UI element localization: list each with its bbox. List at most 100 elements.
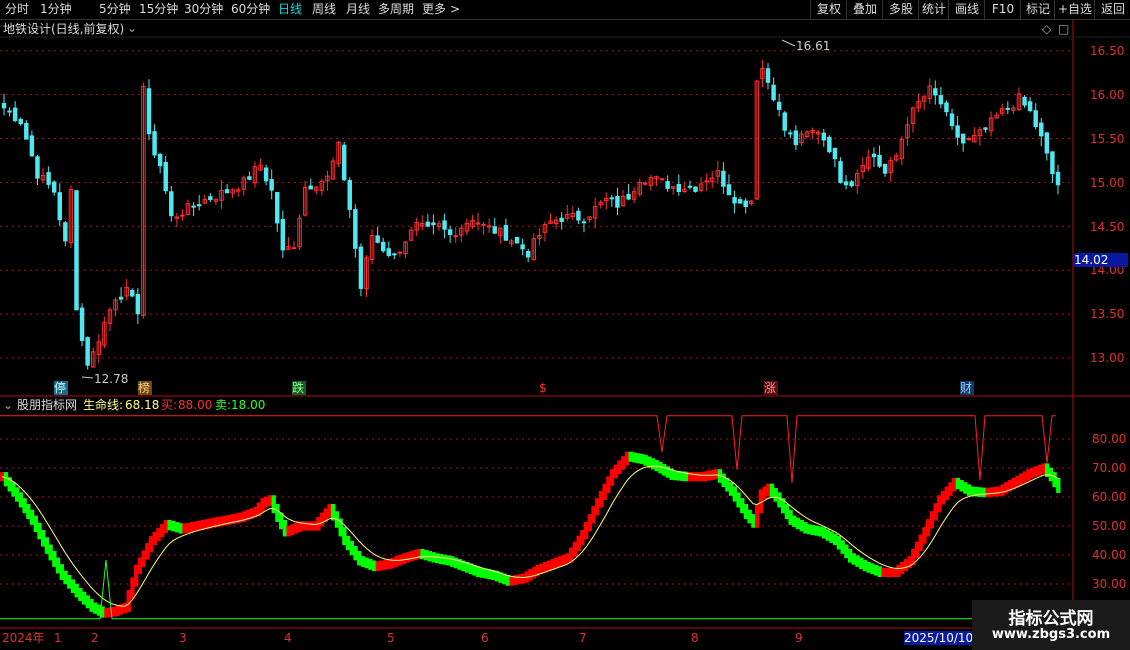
- indicator-tick: 60.00: [1092, 490, 1127, 504]
- candle-body: [871, 153, 877, 158]
- price-tick: 13.50: [1090, 307, 1125, 321]
- indicator-bar: [580, 530, 585, 546]
- indicator-bar: [446, 555, 451, 566]
- time-axis-label: 4: [284, 631, 292, 645]
- indicator-bar: [948, 482, 953, 496]
- indicator-bar: [174, 522, 180, 533]
- buy-line: [0, 415, 1056, 484]
- candle-body: [146, 88, 152, 135]
- indicator-bar: [572, 541, 578, 557]
- time-axis-label: 2: [91, 631, 99, 645]
- indicator-bar: [621, 456, 626, 470]
- indicator-bar: [271, 495, 276, 514]
- candle-body: [933, 88, 938, 96]
- indicator-bar: [743, 503, 749, 520]
- indicator-bar: [673, 470, 678, 481]
- diamond-icon[interactable]: ◇: [1042, 22, 1051, 36]
- candle-body: [431, 222, 436, 226]
- indicator-bar: [847, 548, 853, 563]
- candle-body: [581, 221, 587, 224]
- candle-body: [118, 296, 124, 300]
- candle-body: [353, 209, 358, 249]
- candle-body: [375, 235, 380, 243]
- indicator-bar: [933, 503, 938, 521]
- indicator-bar: [617, 460, 622, 475]
- indicator-bar: [74, 583, 79, 598]
- indicator-bar: [833, 533, 838, 546]
- indicator-bar: [561, 554, 566, 566]
- candle-body: [832, 147, 838, 160]
- price-tick: 15.50: [1090, 132, 1125, 146]
- indicator-bar: [1015, 475, 1020, 488]
- price-tick: 14.50: [1090, 220, 1125, 234]
- candle-body: [1055, 171, 1061, 186]
- candle-body: [74, 190, 79, 311]
- indicator-bar: [264, 496, 269, 508]
- indicator-bar: [966, 484, 972, 496]
- time-axis-label: 8: [691, 631, 699, 645]
- indicator-bar: [193, 521, 198, 532]
- indicator-bar: [981, 487, 987, 498]
- candle-body: [247, 176, 252, 180]
- indicator-bar: [650, 458, 656, 470]
- indicator-bar: [702, 471, 708, 482]
- indicator-bar: [955, 477, 961, 490]
- indicator-bar: [866, 561, 871, 573]
- indicator-bar: [751, 514, 756, 528]
- indicator-bar: [654, 460, 659, 472]
- candle-body: [7, 110, 12, 113]
- event-marker-dollar[interactable]: $: [539, 381, 547, 395]
- dropdown-circle-icon[interactable]: ⌄: [127, 21, 137, 35]
- indicator-bar: [859, 557, 864, 570]
- event-marker-rank[interactable]: 榜: [138, 381, 152, 395]
- indicator-bar: [877, 566, 882, 578]
- candle-body: [1039, 122, 1044, 137]
- candle-body: [24, 122, 29, 140]
- candle-body: [358, 246, 364, 289]
- buy-value: 88.00: [178, 398, 213, 412]
- candle-body: [732, 197, 737, 204]
- candle-body: [475, 222, 481, 225]
- candle-body: [877, 154, 882, 167]
- indicator-bar: [476, 566, 481, 578]
- candle-body: [960, 133, 966, 144]
- indicator-bar: [903, 559, 909, 572]
- indicator-bar: [163, 519, 169, 534]
- candle-body: [559, 217, 564, 222]
- event-marker-halt[interactable]: 停: [54, 381, 68, 395]
- indicator-bar: [557, 556, 563, 567]
- indicator-bar: [197, 520, 202, 531]
- event-marker-rise[interactable]: 涨: [764, 381, 778, 395]
- indicator-bar: [286, 525, 291, 537]
- indicator-bar: [368, 559, 373, 570]
- indicator-bar: [978, 487, 983, 497]
- event-marker-finance[interactable]: 财: [960, 381, 974, 395]
- candle-body: [693, 186, 698, 192]
- indicator-bar: [78, 588, 83, 601]
- indicator-bar: [483, 568, 488, 579]
- candle-body: [882, 163, 888, 174]
- price-tick: 15.00: [1090, 176, 1125, 190]
- indicator-bar: [1000, 484, 1005, 496]
- indicator-bar: [137, 557, 143, 575]
- indicator-bar: [89, 598, 94, 612]
- candle-body: [514, 236, 520, 244]
- candle-body: [442, 220, 447, 230]
- candle-body: [157, 153, 163, 167]
- dropdown-circle-icon[interactable]: ⌄: [3, 398, 13, 412]
- indicator-bar: [41, 530, 46, 547]
- indicator-bar: [1030, 467, 1035, 479]
- indicator-bar: [992, 486, 998, 497]
- indicator-bar: [450, 556, 455, 567]
- candle-body: [1044, 132, 1050, 154]
- indicator-bar: [305, 521, 310, 531]
- indicator-bar: [550, 559, 555, 570]
- high-pointer-line: [781, 39, 796, 47]
- candle-body: [380, 241, 386, 252]
- event-marker-drop[interactable]: 跌: [292, 381, 306, 395]
- chart-canvas[interactable]: [0, 0, 1130, 650]
- square-icon[interactable]: □: [1058, 22, 1069, 36]
- indicator-bar: [1037, 464, 1042, 476]
- indicator-bar: [52, 551, 57, 567]
- indicator-bar: [546, 560, 552, 572]
